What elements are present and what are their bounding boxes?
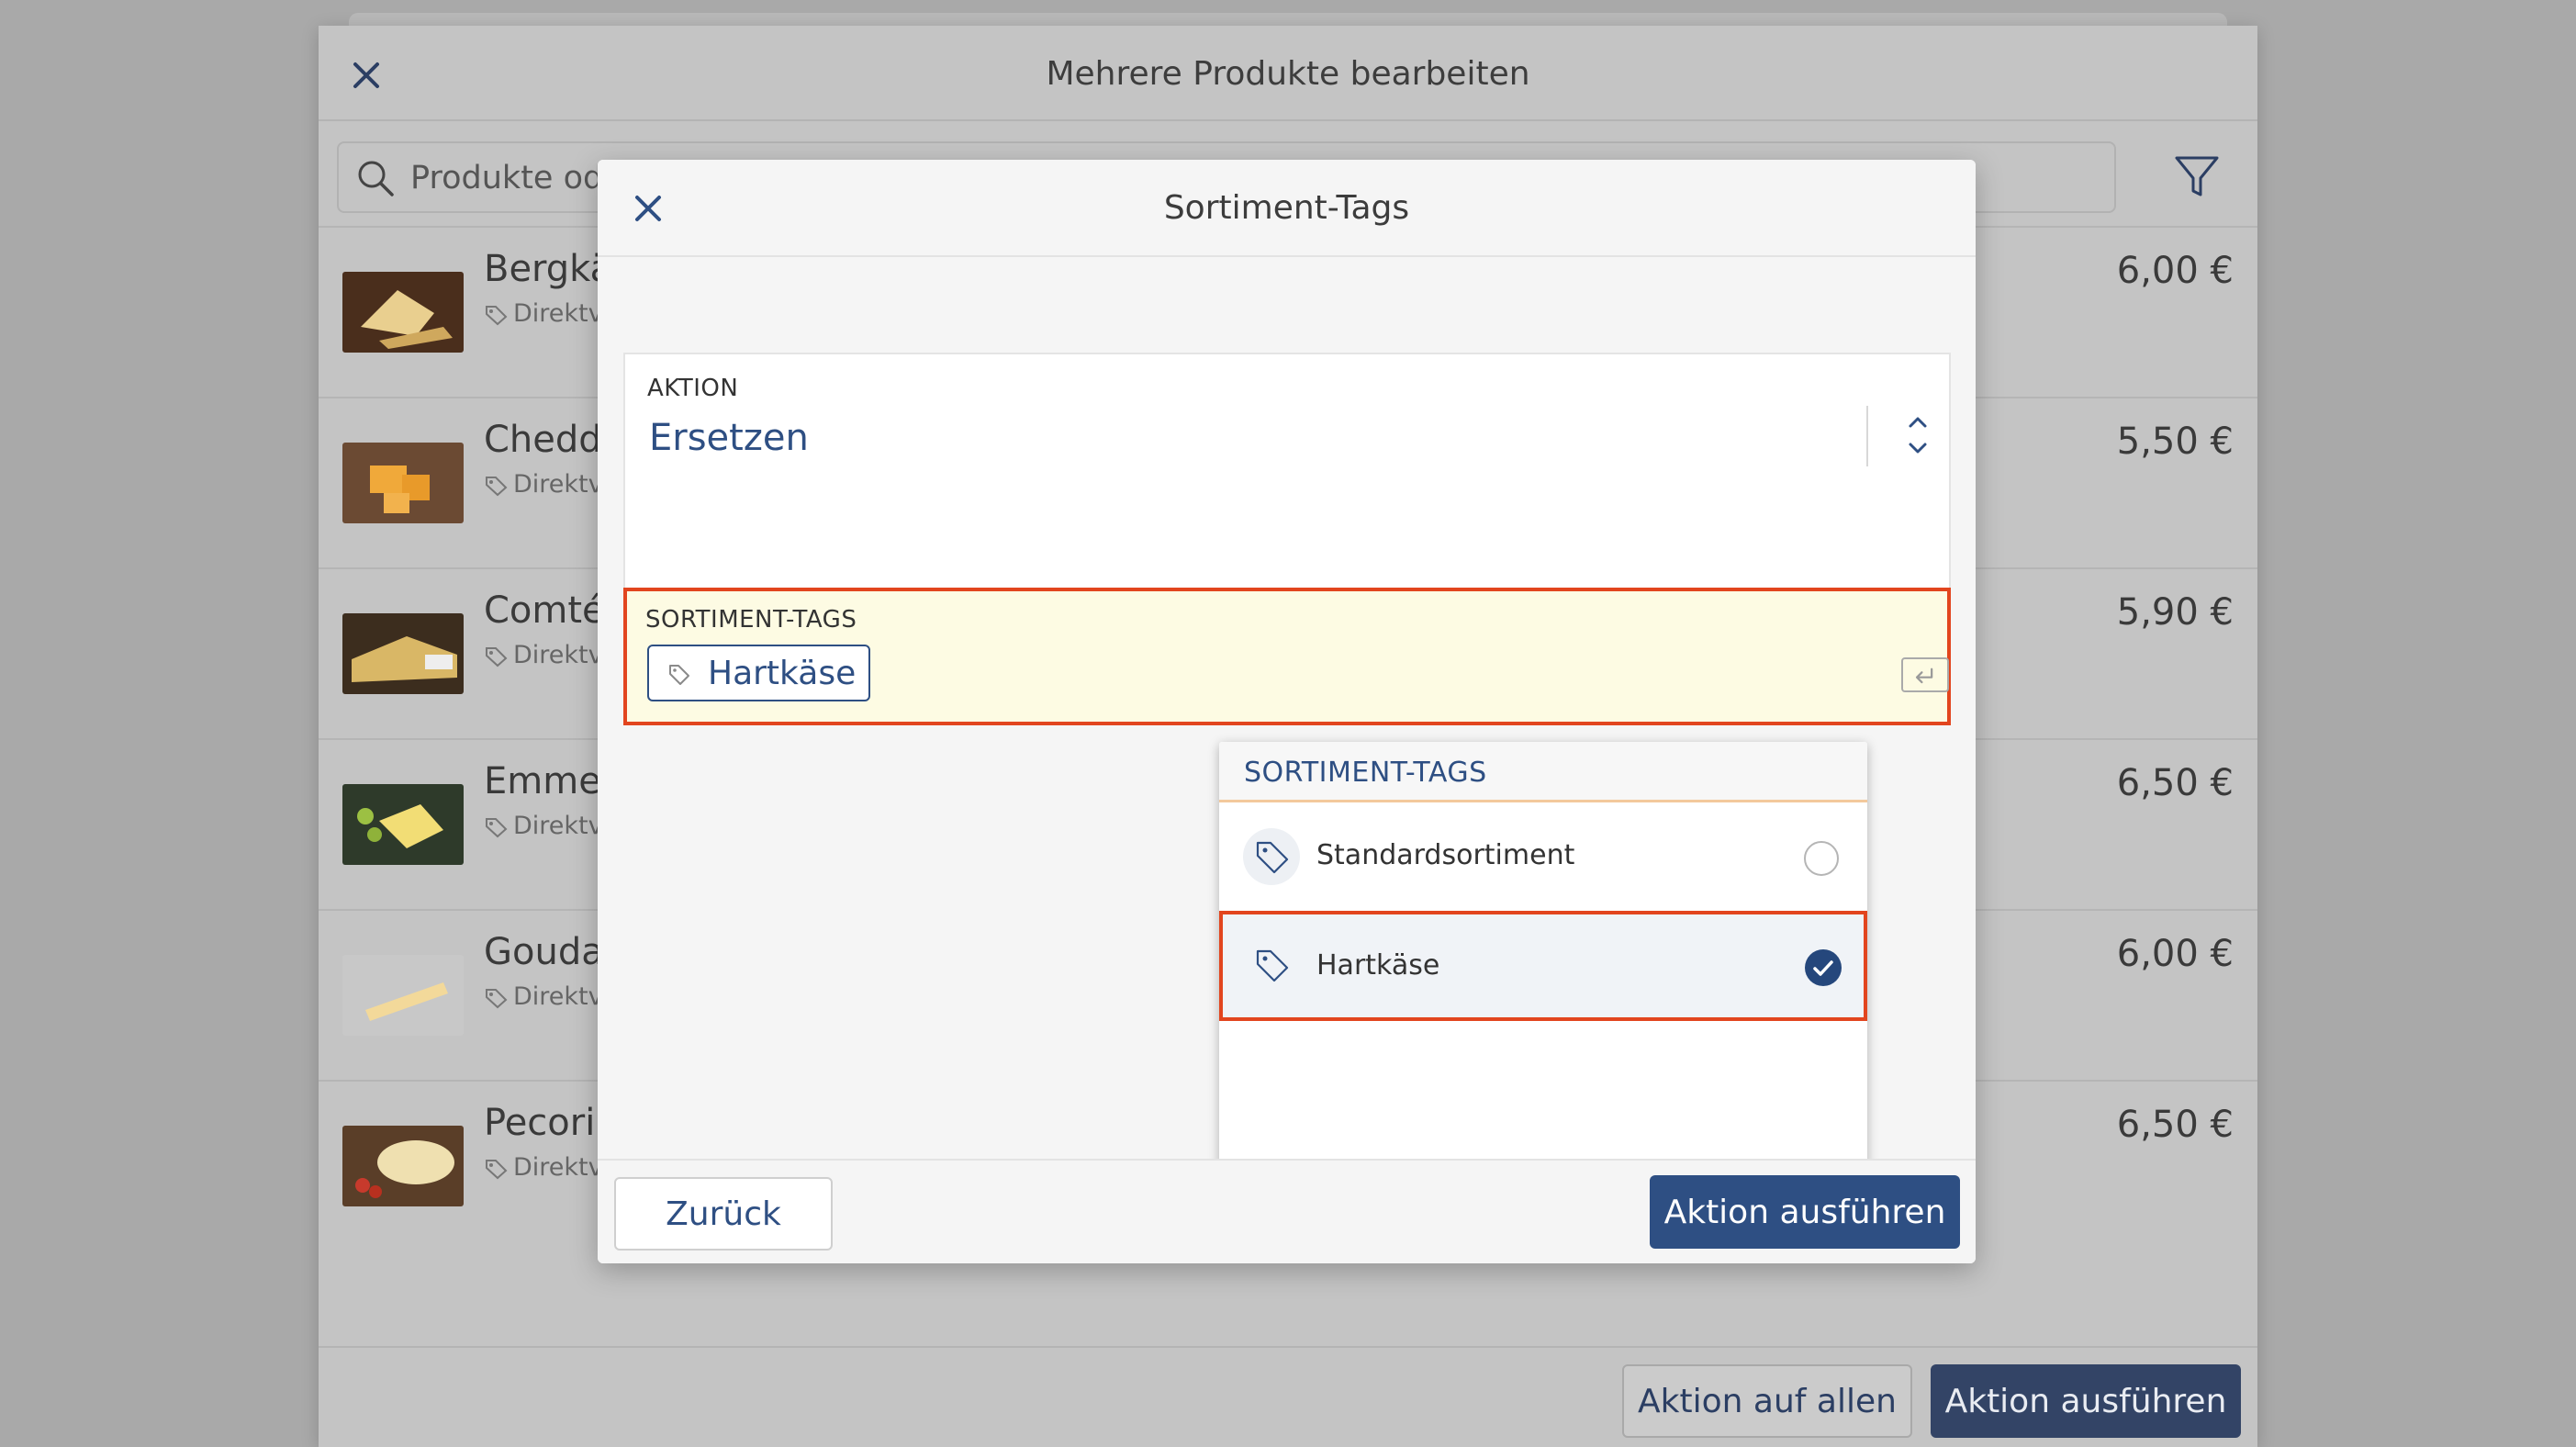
search-icon bbox=[358, 161, 394, 196]
product-price: 6,00 € bbox=[2116, 933, 2234, 975]
background-header: Mehrere Produkte bearbeiten bbox=[319, 26, 2257, 121]
product-name: Pecorir bbox=[484, 1102, 610, 1144]
tag-icon bbox=[486, 305, 508, 325]
product-price: 5,90 € bbox=[2116, 591, 2234, 634]
product-thumbnail bbox=[342, 613, 464, 694]
action-on-all-button[interactable]: Aktion auf allen bbox=[1622, 1364, 1912, 1438]
tag-icon bbox=[486, 646, 508, 667]
aktion-select[interactable]: AKTION Ersetzen bbox=[623, 353, 1951, 617]
product-name: Bergkä bbox=[484, 248, 613, 290]
tag-icon bbox=[486, 476, 508, 496]
run-action-button-background[interactable]: Aktion ausführen bbox=[1931, 1364, 2241, 1438]
aktion-divider bbox=[1866, 406, 1868, 466]
aktion-value: Ersetzen bbox=[649, 417, 809, 459]
product-thumbnail bbox=[342, 1126, 464, 1206]
background-title: Mehrere Produkte bearbeiten bbox=[1046, 55, 1530, 93]
product-thumbnail bbox=[342, 443, 464, 523]
tag-icon bbox=[486, 1159, 508, 1179]
selected-tag-label: Hartkäse bbox=[708, 654, 857, 692]
run-action-button[interactable]: Aktion ausführen bbox=[1650, 1175, 1960, 1249]
chevron-updown-icon[interactable] bbox=[1899, 409, 1936, 461]
tag-icon bbox=[1256, 841, 1289, 874]
product-price: 5,50 € bbox=[2116, 421, 2234, 463]
checkmark-icon[interactable] bbox=[1805, 949, 1842, 986]
tag-icon bbox=[486, 817, 508, 837]
product-thumbnail bbox=[342, 784, 464, 865]
tags-label: SORTIMENT-TAGS bbox=[645, 606, 857, 634]
product-price: 6,50 € bbox=[2116, 1104, 2234, 1146]
tag-icon bbox=[486, 988, 508, 1008]
sortiment-tags-modal: Sortiment-Tags AKTION Ersetzen SORTIMENT… bbox=[598, 160, 1976, 1263]
enter-key-icon[interactable] bbox=[1901, 657, 1949, 692]
dropdown-option-label: Hartkäse bbox=[1316, 949, 1440, 981]
product-price: 6,50 € bbox=[2116, 762, 2234, 804]
filter-icon[interactable] bbox=[2171, 151, 2223, 202]
product-name: Gouda bbox=[484, 931, 604, 973]
sortiment-tags-input[interactable]: SORTIMENT-TAGS Hartkäse bbox=[623, 588, 1951, 725]
dropdown-option-standardsortiment[interactable]: Standardsortiment bbox=[1219, 802, 1867, 913]
back-button[interactable]: Zurück bbox=[614, 1177, 833, 1251]
product-thumbnail bbox=[342, 955, 464, 1036]
product-thumbnail bbox=[342, 272, 464, 353]
modal-header: Sortiment-Tags bbox=[598, 160, 1976, 257]
dropdown-header-label: SORTIMENT-TAGS bbox=[1244, 757, 1487, 789]
aktion-label: AKTION bbox=[647, 375, 739, 402]
tag-icon bbox=[669, 665, 689, 685]
tags-dropdown: SORTIMENT-TAGS Standardsortiment Hartkäs… bbox=[1219, 742, 1867, 1195]
dropdown-option-hartkaese[interactable]: Hartkäse bbox=[1219, 911, 1867, 1021]
dropdown-option-label: Standardsortiment bbox=[1316, 839, 1575, 871]
background-footer: Aktion auf allen Aktion ausführen bbox=[319, 1346, 2257, 1447]
dropdown-header: SORTIMENT-TAGS bbox=[1219, 742, 1867, 802]
modal-footer: Zurück Aktion ausführen bbox=[598, 1159, 1976, 1263]
unselected-radio[interactable] bbox=[1804, 841, 1839, 876]
tag-icon bbox=[1256, 949, 1289, 982]
modal-title: Sortiment-Tags bbox=[1163, 189, 1410, 227]
selected-tag-chip[interactable]: Hartkäse bbox=[647, 645, 871, 701]
product-name: Comté bbox=[484, 589, 605, 632]
product-price: 6,00 € bbox=[2116, 250, 2234, 292]
